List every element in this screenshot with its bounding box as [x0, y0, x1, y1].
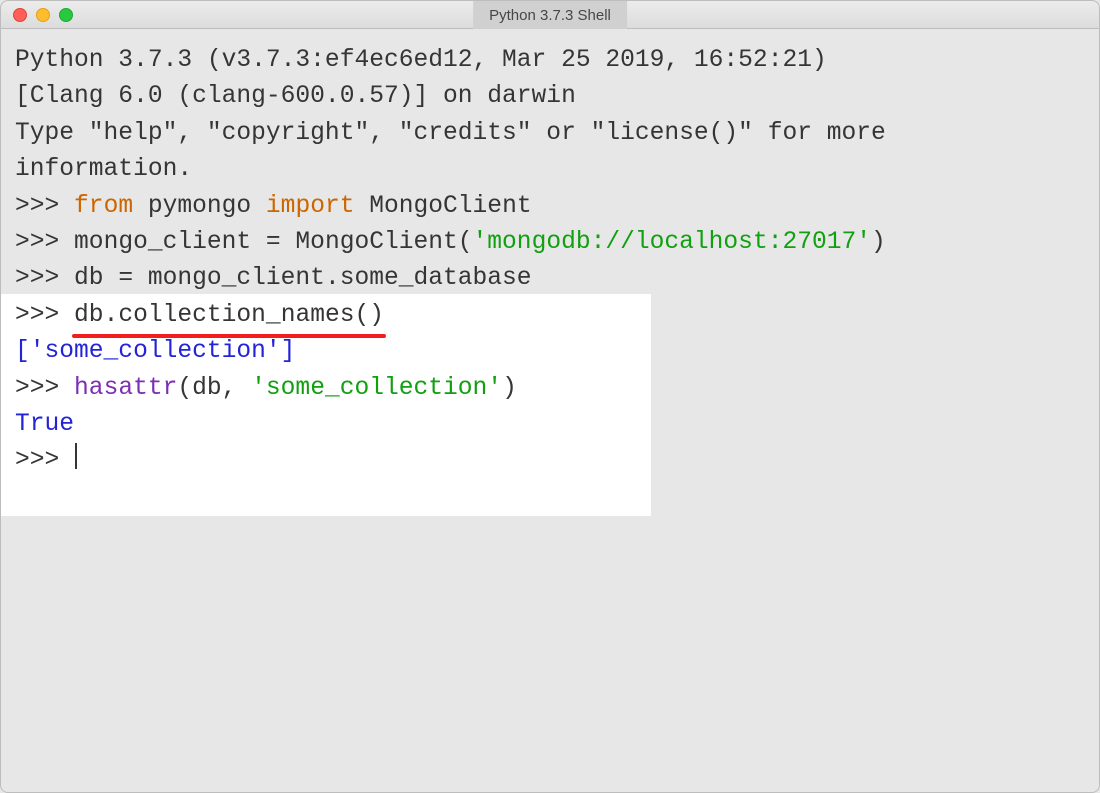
maximize-icon[interactable]: [59, 8, 73, 22]
prompt: >>>: [15, 447, 74, 474]
code-text: (db,: [177, 375, 251, 402]
prompt: >>>: [15, 229, 74, 256]
dot: .: [104, 302, 119, 329]
string-literal: 'mongodb://localhost:27017': [473, 229, 871, 256]
prompt: >>>: [15, 375, 74, 402]
text-cursor-icon: [75, 443, 77, 469]
pkg-name: pymongo: [133, 193, 266, 220]
input-line-2: >>> mongo_client = MongoClient('mongodb:…: [15, 225, 1085, 261]
prompt: >>>: [15, 302, 74, 329]
keyword-from: from: [74, 193, 133, 220]
keyword-import: import: [266, 193, 355, 220]
code-text: db = mongo_client.some_database: [74, 265, 532, 292]
window-title: Python 3.7.3 Shell: [473, 1, 627, 29]
traffic-lights: [13, 8, 73, 22]
input-line-empty: >>>: [15, 443, 1085, 479]
banner-line: Type "help", "copyright", "credits" or "…: [15, 116, 1085, 152]
output-line: True: [15, 407, 1085, 443]
code-text: ): [871, 229, 886, 256]
method-call: collection_names(): [118, 302, 384, 329]
shell-window: Python 3.7.3 Shell Python 3.7.3 (v3.7.3:…: [0, 0, 1100, 793]
string-literal: 'some_collection': [251, 375, 502, 402]
input-line-1: >>> from pymongo import MongoClient: [15, 189, 1085, 225]
prompt: >>>: [15, 265, 74, 292]
text-layer: Python 3.7.3 (v3.7.3:ef4ec6ed12, Mar 25 …: [15, 43, 1085, 480]
banner-line: information.: [15, 152, 1085, 188]
underlined-call: db.collection_names(): [74, 298, 384, 334]
shell-content[interactable]: Python 3.7.3 (v3.7.3:ef4ec6ed12, Mar 25 …: [1, 29, 1099, 792]
output-line: ['some_collection']: [15, 334, 1085, 370]
input-line-3: >>> db = mongo_client.some_database: [15, 261, 1085, 297]
input-line-5: >>> hasattr(db, 'some_collection'): [15, 371, 1085, 407]
code-text: mongo_client = MongoClient(: [74, 229, 472, 256]
titlebar: Python 3.7.3 Shell: [1, 1, 1099, 29]
code-text: ): [502, 375, 517, 402]
obj-name: db: [74, 302, 104, 329]
input-line-4: >>> db.collection_names(): [15, 298, 1085, 334]
banner-line: Python 3.7.3 (v3.7.3:ef4ec6ed12, Mar 25 …: [15, 43, 1085, 79]
class-name: MongoClient: [354, 193, 531, 220]
banner-line: [Clang 6.0 (clang-600.0.57)] on darwin: [15, 79, 1085, 115]
close-icon[interactable]: [13, 8, 27, 22]
minimize-icon[interactable]: [36, 8, 50, 22]
prompt: >>>: [15, 193, 74, 220]
builtin-fn: hasattr: [74, 375, 177, 402]
